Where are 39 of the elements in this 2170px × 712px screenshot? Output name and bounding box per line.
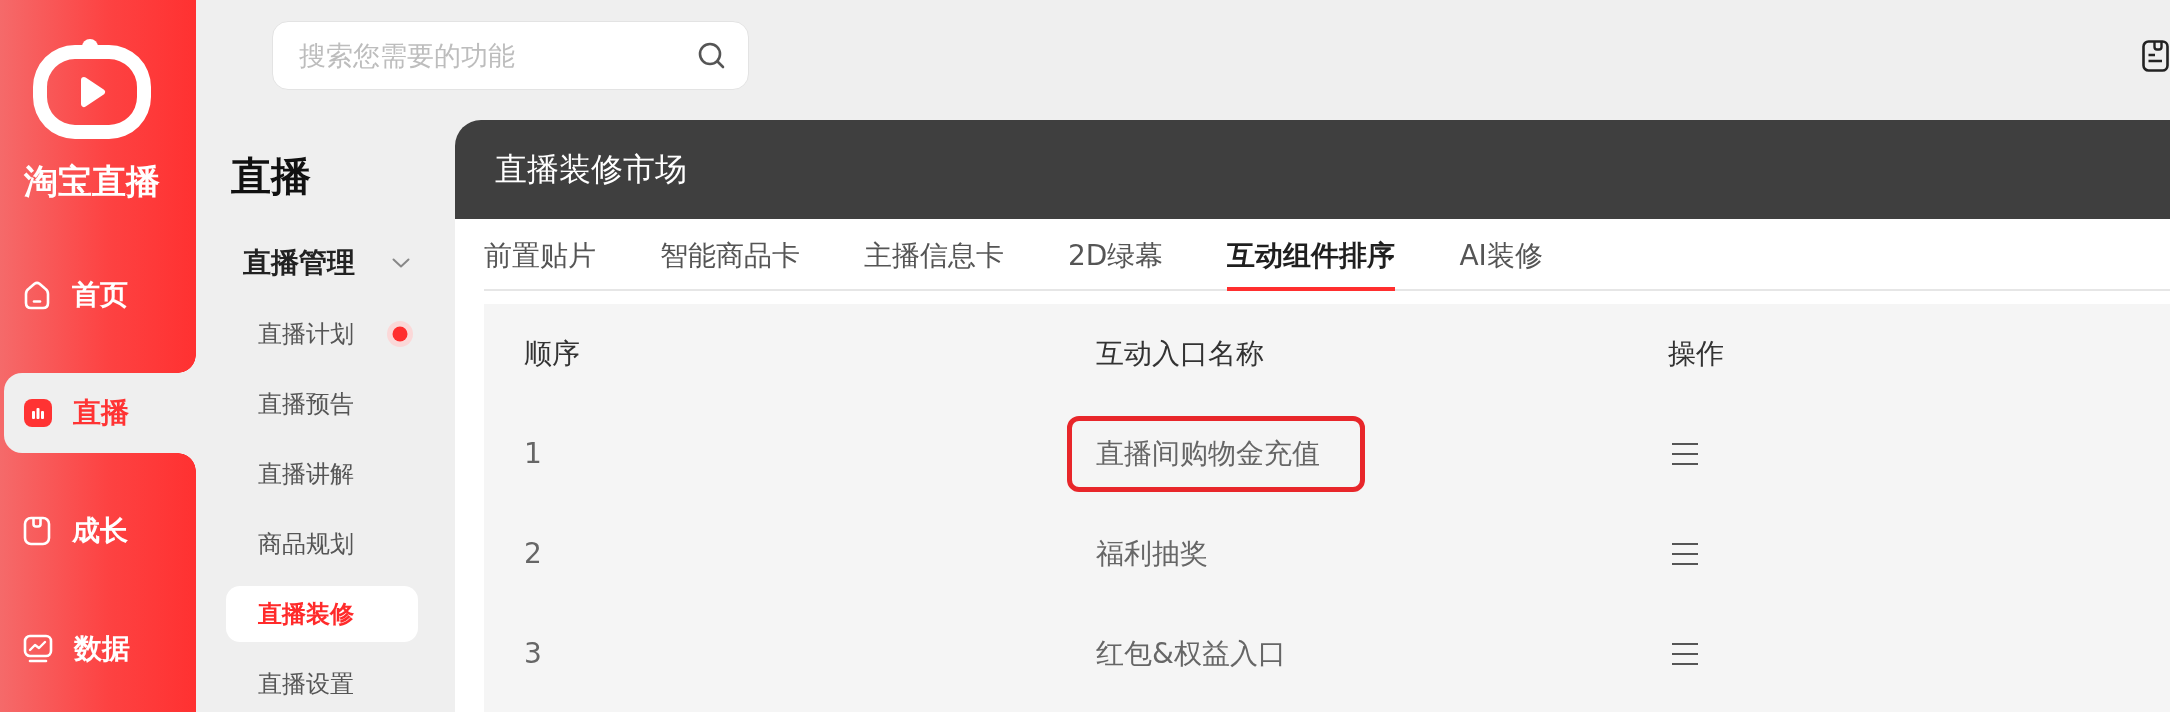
column-header: 互动入口名称 [1096,336,1264,372]
search-icon[interactable] [698,42,725,69]
drag-handle-icon[interactable] [1672,643,1698,665]
submenu-item[interactable]: 商品规划 [226,516,418,572]
table-cell: 1 [524,437,542,471]
tv-play-logo-icon [32,39,151,139]
note-icon[interactable] [2142,40,2169,72]
table-cell: 3 [524,637,542,671]
monitor-chart-icon [23,634,53,664]
home-icon [23,280,51,310]
submenu-item[interactable]: 直播计划 [226,306,418,362]
panel-title: 直播装修市场 [495,148,687,190]
tab[interactable]: 2D绿幕 [1068,219,1164,291]
table-cell: 2 [524,537,542,571]
drag-handle-icon[interactable] [1672,543,1698,565]
nav-item[interactable]: 成长 [0,491,196,571]
bar-chart-icon [24,399,52,427]
tab[interactable]: 前置贴片 [484,219,596,291]
tab[interactable]: AI装修 [1459,219,1543,291]
brand-name: 淘宝直播 [23,161,160,201]
box-icon [23,516,51,546]
tab[interactable]: 互动组件排序 [1227,219,1396,291]
section-title: 直播 [230,152,311,200]
search-field[interactable]: 搜索您需要的功能 [272,21,749,90]
menu-group[interactable]: 直播管理 [243,238,410,288]
table-cell: 红包&权益入口 [1096,637,1286,671]
table-cell: 福利抽奖 [1096,537,1208,571]
tab[interactable]: 智能商品卡 [660,219,800,291]
nav-item[interactable]: 数据 [0,609,196,689]
table-cell: 直播间购物金充值 [1096,437,1320,471]
nav-item[interactable]: 首页 [0,255,196,335]
column-header: 顺序 [524,336,580,372]
submenu-item[interactable]: 直播讲解 [226,446,418,502]
tab[interactable]: 主播信息卡 [864,219,1004,291]
submenu-item[interactable]: 直播设置 [226,656,418,712]
column-header: 操作 [1668,336,1724,372]
drag-handle-icon[interactable] [1672,443,1698,465]
submenu-item[interactable]: 直播预告 [226,376,418,432]
submenu-item[interactable]: 直播装修 [226,586,418,642]
